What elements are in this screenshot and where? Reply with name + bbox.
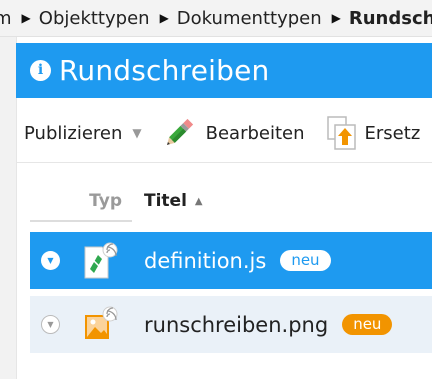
page-title: Rundschreiben: [59, 54, 270, 87]
expand-toggle-icon[interactable]: ▼: [41, 251, 60, 270]
expand-toggle-icon[interactable]: ▼: [41, 315, 60, 334]
toolbar: Publizieren ▼ Bearbeiten Ersetz: [16, 104, 432, 162]
column-divider: [30, 220, 132, 222]
toolbar-divider: [16, 162, 432, 163]
breadcrumb-label[interactable]: m: [0, 8, 12, 29]
breadcrumb-separator-icon: ▶: [159, 11, 169, 25]
breadcrumb-item-current: ▶ Rundschreiben: [332, 8, 432, 29]
info-icon[interactable]: i: [30, 60, 51, 81]
file-name[interactable]: runschreiben.png: [144, 313, 328, 337]
edit-button[interactable]: Bearbeiten: [162, 116, 305, 150]
column-header-title[interactable]: Titel ▲: [144, 191, 203, 211]
file-name[interactable]: definition.js: [144, 249, 266, 273]
pencil-icon: [166, 118, 193, 146]
image-file-icon: [82, 305, 118, 345]
js-file-icon: [82, 241, 118, 281]
table-row[interactable]: ▼ definition.js neu: [30, 232, 432, 289]
upload-replace-icon: [326, 116, 356, 150]
status-badge: neu: [342, 314, 393, 335]
breadcrumb-separator-icon: ▶: [331, 11, 341, 25]
status-badge: neu: [280, 250, 331, 271]
breadcrumb-item[interactable]: ▶ Dokumenttypen: [160, 8, 322, 29]
breadcrumb-label[interactable]: Dokumenttypen: [177, 8, 322, 29]
publish-button[interactable]: Publizieren ▼: [24, 123, 142, 144]
left-panel-edge: [0, 37, 17, 379]
publish-label: Publizieren: [24, 122, 123, 144]
table-row[interactable]: ▼ runschreiben.png neu: [30, 296, 432, 353]
edit-label: Bearbeiten: [205, 122, 305, 144]
sort-ascending-icon: ▲: [194, 195, 203, 207]
table-header: Typ Titel ▲: [30, 180, 432, 222]
caret-down-icon[interactable]: ▼: [132, 126, 141, 140]
breadcrumb-label: Rundschreiben: [348, 7, 432, 29]
breadcrumb-separator-icon: ▶: [21, 11, 31, 25]
replace-label: Ersetz: [364, 122, 421, 144]
column-header-type[interactable]: Typ: [30, 180, 132, 222]
breadcrumb-item[interactable]: ▶ Objekttypen: [22, 8, 150, 29]
breadcrumb-item[interactable]: m: [0, 8, 12, 29]
replace-button[interactable]: Ersetz: [326, 116, 421, 150]
page-header: i Rundschreiben: [16, 43, 432, 98]
breadcrumb: m ▶ Objekttypen ▶ Dokumenttypen ▶ Rundsc…: [0, 0, 432, 37]
column-header-title-label: Titel: [144, 191, 187, 211]
breadcrumb-label[interactable]: Objekttypen: [39, 8, 150, 29]
